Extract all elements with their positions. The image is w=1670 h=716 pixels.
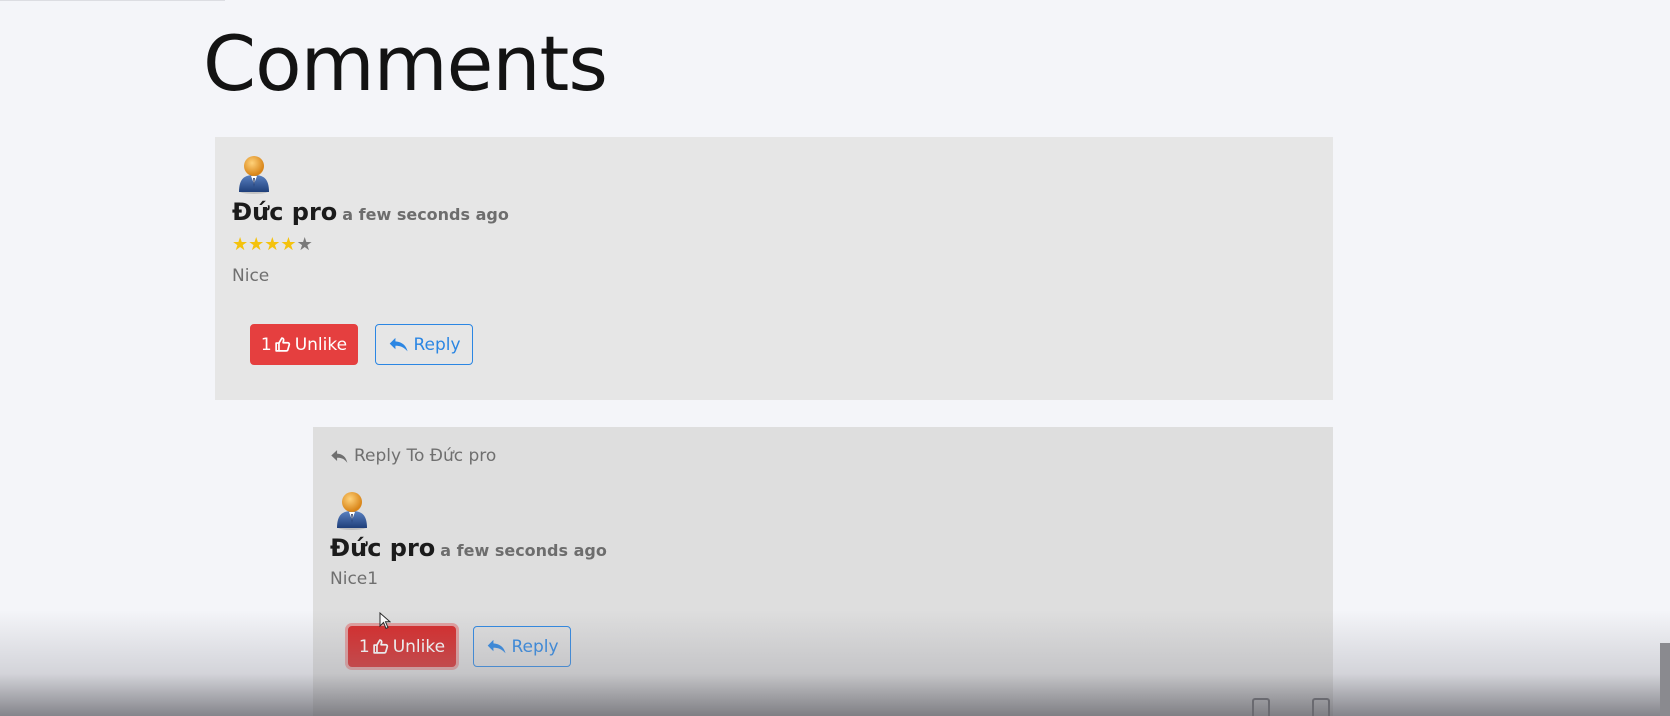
top-divider — [0, 0, 225, 1]
unlike-button[interactable]: 1 Unlike — [348, 626, 456, 667]
reply-arrow-icon — [330, 449, 348, 464]
rating-stars: ★★★★★ — [232, 234, 313, 255]
unlike-label: Unlike — [294, 334, 348, 355]
scrollbar-thumb[interactable] — [1660, 643, 1670, 716]
star-filled-icon: ★ — [248, 234, 265, 255]
reply-author-line: Đức pro a few seconds ago — [330, 534, 607, 562]
comment-card: Đức pro a few seconds ago ★★★★★ Nice 1 Un… — [215, 137, 1333, 400]
reply-label: Reply — [413, 334, 461, 355]
reply-text: Nice1 — [330, 569, 379, 589]
star-filled-icon: ★ — [264, 234, 281, 255]
comment-author: Đức pro — [232, 198, 338, 226]
reply-icon — [487, 639, 507, 655]
reply-timestamp: a few seconds ago — [440, 541, 607, 560]
window-icon[interactable] — [1252, 698, 1270, 716]
reply-icon — [389, 337, 409, 353]
like-count: 1 — [358, 636, 370, 657]
like-count: 1 — [260, 334, 272, 355]
unlike-label: Unlike — [392, 636, 446, 657]
reply-button[interactable]: Reply — [375, 324, 473, 365]
reply-author: Đức pro — [330, 534, 436, 562]
star-filled-icon: ★ — [232, 234, 249, 255]
user-avatar-icon — [337, 492, 367, 530]
reply-to-text: Reply To Đức pro — [354, 446, 497, 466]
star-empty-icon: ★ — [296, 234, 313, 255]
window-icon[interactable] — [1312, 698, 1330, 716]
reply-card: Reply To Đức pro Đức pro a few seconds ag… — [313, 427, 1333, 716]
unlike-button[interactable]: 1 Unlike — [250, 324, 358, 365]
comment-text: Nice — [232, 266, 270, 286]
thumbs-up-icon — [372, 638, 389, 655]
thumbs-up-icon — [274, 336, 291, 353]
user-avatar-icon — [239, 156, 269, 194]
reply-label: Reply — [511, 636, 559, 657]
reply-button[interactable]: Reply — [473, 626, 571, 667]
page-title: Comments — [203, 19, 608, 108]
comment-author-line: Đức pro a few seconds ago — [232, 198, 509, 226]
reply-to-label: Reply To Đức pro — [330, 446, 496, 466]
mouse-cursor-icon — [379, 612, 391, 630]
star-filled-icon: ★ — [280, 234, 297, 255]
bottom-toolbar-icons — [1252, 698, 1330, 716]
comment-timestamp: a few seconds ago — [342, 205, 509, 224]
